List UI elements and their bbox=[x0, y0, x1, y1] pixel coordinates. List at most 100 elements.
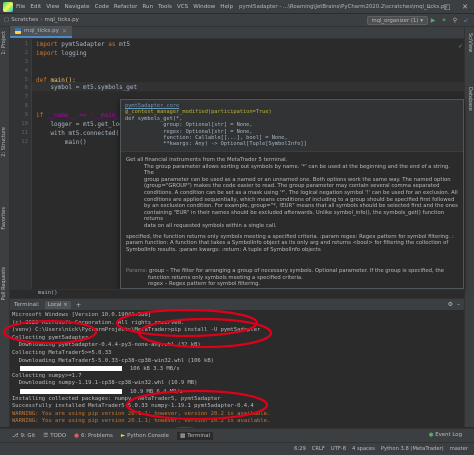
tool-tab-favorites[interactable]: Favorites bbox=[1, 207, 7, 230]
git-update-icon[interactable]: ↙ bbox=[462, 16, 470, 24]
doc-params-text: regex – Regex pattern for symbol filteri… bbox=[148, 281, 261, 288]
terminal-line: Downloading MetaTrader5-5.0.33-cp38-cp38… bbox=[12, 357, 214, 364]
close-icon[interactable]: ✕ bbox=[456, 0, 474, 14]
terminal-output[interactable]: Microsoft Windows [Version 10.0.19041.38… bbox=[10, 310, 464, 428]
tool-window-label: TODO bbox=[50, 432, 67, 439]
keyword: def bbox=[36, 77, 47, 84]
menu-item-edit[interactable]: Edit bbox=[30, 4, 41, 10]
window-controls: – □ ✕ bbox=[420, 0, 474, 14]
close-tab-icon[interactable]: × bbox=[63, 302, 68, 308]
doc-params-text: group – The filter for arranging a group… bbox=[149, 268, 445, 274]
menu-item-file[interactable]: File bbox=[16, 4, 25, 10]
line-number: 1 bbox=[24, 41, 28, 47]
run-configuration-select[interactable]: mql_organizer (1) ▾ bbox=[366, 16, 428, 25]
tool-window-todo[interactable]: ☰ TODO bbox=[43, 433, 66, 439]
status-git-branch[interactable]: master bbox=[450, 446, 468, 452]
terminal-line: Successfully installed MetaTrader5-5.0.3… bbox=[12, 403, 254, 410]
line-number: 8 bbox=[24, 103, 28, 109]
terminal-command-line: (venv) C:\Users\nick\PycharmProjects\Met… bbox=[12, 327, 261, 334]
minimize-icon[interactable]: – bbox=[420, 0, 438, 14]
tool-tab-structure[interactable]: 2: Structure bbox=[1, 127, 7, 157]
status-interpreter[interactable]: Python 3.8 (MetaTrader) bbox=[381, 446, 444, 452]
menu-bar: File Edit View Navigate Code Refactor Ru… bbox=[16, 4, 233, 10]
terminal-line: Collecting MetaTrader5>=5.0.33 bbox=[12, 349, 112, 356]
tool-tab-database[interactable]: Database bbox=[467, 87, 473, 111]
breadcrumb-scratches[interactable]: Scratches bbox=[11, 17, 38, 23]
line-number: 9 bbox=[24, 112, 28, 118]
line-number: 2 bbox=[24, 50, 28, 56]
tool-tab-pull-requests[interactable]: Pull Requests bbox=[1, 267, 7, 300]
terminal-line: (c) 2020 Microsoft Corporation. All righ… bbox=[12, 319, 185, 326]
menu-item-window[interactable]: Window bbox=[193, 4, 215, 10]
tool-window-python-console[interactable]: ► Python Console bbox=[121, 433, 169, 439]
tool-window-git[interactable]: ⎇ 9: Git bbox=[12, 433, 35, 439]
terminal-line: Downloading pymt5adapter-0.4.4-py3-none-… bbox=[12, 342, 201, 349]
event-log-icon: ● bbox=[428, 432, 434, 438]
line-number: 6 bbox=[24, 85, 28, 91]
terminal-tab-local[interactable]: Local × bbox=[44, 300, 71, 309]
close-tab-icon[interactable]: ✕ bbox=[62, 28, 67, 35]
tool-windows-bar: ⎇ 9: Git ☰ TODO ● 6: Problems ► Python Conso… bbox=[0, 428, 474, 442]
list-icon: ☰ bbox=[43, 432, 49, 439]
menu-item-navigate[interactable]: Navigate bbox=[65, 4, 90, 10]
menu-item-help[interactable]: Help bbox=[220, 4, 233, 10]
line-number: 5 bbox=[24, 77, 28, 83]
terminal-tab-label: Local bbox=[47, 301, 62, 308]
hide-icon[interactable]: – bbox=[457, 301, 460, 308]
status-cursor-position[interactable]: 6:29 bbox=[294, 446, 306, 452]
inspection-status: ✓ bbox=[458, 43, 464, 50]
code-line: def main(): bbox=[36, 77, 76, 84]
gear-icon[interactable]: ⚙ bbox=[448, 301, 453, 308]
menu-item-refactor[interactable]: Refactor bbox=[114, 4, 137, 10]
new-terminal-icon[interactable]: + bbox=[76, 301, 81, 309]
doc-description: Get all financial instruments from the M… bbox=[126, 157, 460, 253]
tool-window-problems[interactable]: ● 6: Problems bbox=[74, 433, 113, 439]
status-encoding[interactable]: UTF-8 bbox=[331, 446, 346, 452]
keyword: import bbox=[36, 50, 58, 57]
doc-signature: pymt5adapter.core @_context_manager_modi… bbox=[121, 100, 463, 152]
git-icon: ⎇ bbox=[12, 432, 19, 439]
maximize-icon[interactable]: □ bbox=[438, 0, 456, 14]
event-log-label: Event Log bbox=[435, 432, 462, 438]
search-icon[interactable]: ⚲ bbox=[451, 16, 459, 24]
menu-item-run[interactable]: Run bbox=[142, 4, 153, 10]
line-number: 11 bbox=[21, 130, 28, 136]
menu-item-code[interactable]: Code bbox=[95, 4, 109, 10]
event-log-button[interactable]: ● Event Log bbox=[429, 432, 462, 438]
check-icon: ✓ bbox=[458, 43, 464, 50]
terminal-line: Installing collected packages: numpy, Me… bbox=[12, 395, 221, 402]
doc-decorator: @_context_manager_modified(participation… bbox=[125, 109, 272, 116]
code-text: pymt5adapter bbox=[57, 41, 109, 48]
run-toolbar: ▶ ✶ ⚲ ↙ bbox=[429, 16, 470, 24]
menu-item-view[interactable]: View bbox=[46, 4, 59, 10]
code-line: if __name__ == '__main__' bbox=[36, 112, 126, 119]
tool-tab-project[interactable]: 1: Project bbox=[1, 31, 7, 55]
debug-icon[interactable]: ✶ bbox=[440, 16, 448, 24]
chevron-down-icon: ▾ bbox=[420, 17, 423, 24]
editor-tab-mql-ticks[interactable]: mql_ticks.py ✕ bbox=[10, 26, 72, 38]
run-icon[interactable]: ▶ bbox=[429, 16, 437, 24]
doc-text-line: (group="GROUP") makes the code easier to… bbox=[144, 183, 440, 190]
status-line-separator[interactable]: CRLF bbox=[312, 446, 325, 452]
code-line: import logging bbox=[36, 50, 87, 57]
tool-window-terminal[interactable]: ▩ Terminal bbox=[176, 431, 214, 440]
doc-text-line: conditions. A condition can be set as a … bbox=[144, 189, 458, 196]
line-number: 10 bbox=[21, 121, 28, 127]
menu-item-tools[interactable]: Tools bbox=[158, 4, 172, 10]
code-line: import pymt5adapter as mt5 bbox=[36, 41, 130, 48]
terminal-header: Terminal: Local × + ⚙ – bbox=[10, 298, 464, 310]
code-line: main() bbox=[36, 139, 87, 146]
doc-module-link[interactable]: pymt5adapter.core bbox=[125, 103, 179, 109]
code-text: logging bbox=[57, 50, 87, 57]
tool-tab-sciview[interactable]: SciView bbox=[467, 33, 473, 52]
code-text: __name__ == '__main__' bbox=[43, 112, 127, 119]
line-number: 7 bbox=[24, 94, 28, 100]
status-widgets: 6:29 CRLF UTF-8 4 spaces Python 3.8 (Met… bbox=[294, 446, 468, 452]
doc-params-text: function returns only symbols meeting a … bbox=[148, 274, 303, 281]
editor-breadcrumb[interactable]: main() bbox=[10, 289, 464, 298]
menu-item-vcs[interactable]: VCS bbox=[177, 4, 188, 10]
right-tool-strip: SciView Database bbox=[464, 27, 474, 427]
problems-icon: ● bbox=[74, 432, 80, 439]
breadcrumb-file[interactable]: mql_ticks.py bbox=[44, 17, 78, 23]
status-indent[interactable]: 4 spaces bbox=[352, 446, 375, 452]
